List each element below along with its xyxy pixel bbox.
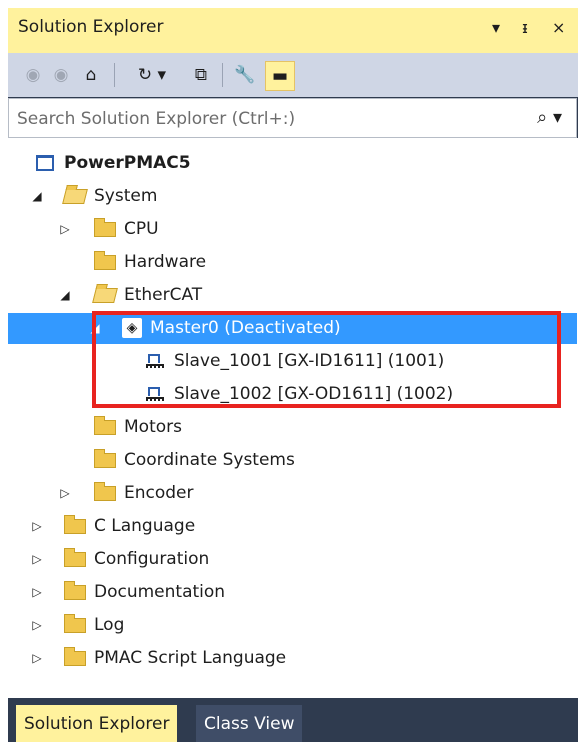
folder-icon	[94, 481, 116, 501]
folder-icon	[94, 250, 116, 270]
collapsed-arrow-icon[interactable]: ▷	[30, 651, 44, 665]
collapsed-arrow-icon[interactable]: ▷	[58, 222, 72, 236]
tree-node-label: Encoder	[124, 483, 194, 503]
tree-node-label: PMAC Script Language	[94, 648, 287, 668]
tree-node-label: System	[94, 186, 158, 206]
tree-node-label: Documentation	[94, 582, 226, 602]
tree-node-label: Motors	[124, 417, 182, 437]
folder-icon	[64, 646, 86, 666]
tree-node-label: C Language	[94, 516, 196, 536]
collapse-all-icon[interactable]: ⧉	[188, 61, 214, 89]
title-bar: Solution Explorer ▾ ᵻ ×	[8, 8, 578, 53]
tree-node-hardware[interactable]: Hardware	[94, 246, 206, 278]
toolbar-separator	[114, 63, 115, 87]
collapsed-arrow-icon[interactable]: ▷	[30, 519, 44, 533]
folder-icon	[64, 547, 86, 567]
tree-node-encoder[interactable]: ▷ Encoder	[60, 477, 194, 509]
tree-node-system[interactable]: ◢ System	[32, 180, 158, 212]
tree-node-coordinate-systems[interactable]: Coordinate Systems	[94, 444, 295, 476]
tree-node-log[interactable]: ▷ Log	[32, 609, 125, 641]
tree-node-project[interactable]: PowerPMAC5	[36, 147, 191, 179]
tree-node-label: Hardware	[124, 252, 207, 272]
annotation-highlight-box	[92, 311, 561, 408]
tree-node-cpu[interactable]: ▷ CPU	[60, 213, 159, 245]
dropdown-icon[interactable]: ▾	[492, 17, 500, 39]
search-icon[interactable]: ⌕ ▾	[537, 107, 562, 128]
toolbar-separator	[222, 63, 223, 87]
expanded-arrow-icon[interactable]: ◢	[58, 288, 72, 302]
tab-solution-explorer[interactable]: Solution Explorer	[16, 705, 178, 742]
folder-icon	[94, 415, 116, 435]
panel-title: Solution Explorer	[18, 17, 164, 37]
collapsed-arrow-icon[interactable]: ▷	[30, 552, 44, 566]
tree-node-label: Log	[94, 615, 125, 635]
tree-node-documentation[interactable]: ▷ Documentation	[32, 576, 226, 608]
folder-icon	[94, 217, 116, 237]
search-input[interactable]	[15, 105, 519, 133]
folder-icon	[94, 448, 116, 468]
tree-node-label: PowerPMAC5	[64, 153, 191, 173]
collapsed-arrow-icon[interactable]: ▷	[30, 585, 44, 599]
collapsed-arrow-icon[interactable]: ▷	[58, 486, 72, 500]
tree-node-pmac-script[interactable]: ▷ PMAC Script Language	[32, 642, 287, 674]
properties-icon[interactable]: 🔧	[230, 61, 260, 89]
tree-node-label: Coordinate Systems	[124, 450, 295, 470]
tab-class-view[interactable]: Class View	[196, 705, 303, 742]
folder-open-icon	[92, 287, 118, 303]
project-icon	[36, 155, 54, 171]
expanded-arrow-icon[interactable]: ◢	[30, 189, 44, 203]
tree-node-label: Configuration	[94, 549, 210, 569]
collapsed-arrow-icon[interactable]: ▷	[30, 618, 44, 632]
tree-node-ethercat[interactable]: ◢ EtherCAT	[60, 279, 203, 311]
back-icon[interactable]: ◉	[22, 61, 44, 89]
home-icon[interactable]: ⌂	[78, 61, 104, 89]
pin-icon[interactable]: ᵻ	[522, 17, 528, 39]
toolbar: ◉ ◉ ⌂ ↻ ▾ ⧉ 🔧 ▬	[8, 53, 578, 97]
close-icon[interactable]: ×	[552, 17, 565, 39]
folder-icon	[64, 514, 86, 534]
forward-icon[interactable]: ◉	[50, 61, 72, 89]
search-box: ⌕ ▾	[8, 98, 577, 138]
preview-icon[interactable]: ▬	[265, 61, 295, 91]
tree-node-configuration[interactable]: ▷ Configuration	[32, 543, 210, 575]
folder-icon	[64, 580, 86, 600]
sync-icon[interactable]: ↻ ▾	[124, 61, 180, 89]
tree-node-label: CPU	[124, 219, 159, 239]
tree-node-c-language[interactable]: ▷ C Language	[32, 510, 196, 542]
folder-icon	[64, 613, 86, 633]
tree-node-motors[interactable]: Motors	[94, 411, 182, 443]
folder-open-icon	[62, 188, 88, 204]
tree-node-label: EtherCAT	[124, 285, 203, 305]
